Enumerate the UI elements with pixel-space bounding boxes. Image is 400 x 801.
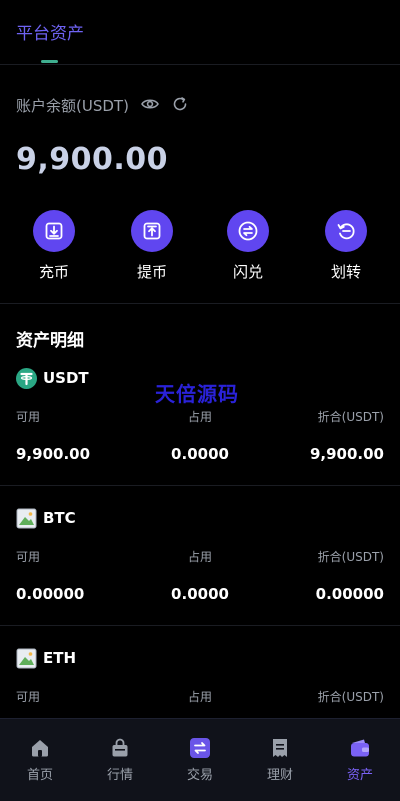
occupied-label: 占用 bbox=[187, 690, 213, 704]
market-icon bbox=[112, 738, 128, 757]
available-value: 0.00000 bbox=[16, 585, 85, 603]
broken-image-icon bbox=[16, 648, 37, 669]
occupied-label: 占用 bbox=[187, 410, 213, 424]
tab-indicator bbox=[41, 60, 58, 63]
nav-assets[interactable]: 资产 bbox=[320, 719, 400, 801]
section-title: 资产明细 bbox=[16, 331, 84, 351]
deposit-button[interactable]: 充币 bbox=[19, 210, 89, 282]
home-icon bbox=[32, 740, 48, 757]
eye-icon[interactable] bbox=[141, 96, 159, 112]
bottom-nav: 首页 行情 交易 理财 资产 bbox=[0, 718, 400, 801]
deposit-icon bbox=[45, 222, 63, 240]
transfer-label: 划转 bbox=[330, 263, 361, 281]
equivalent-label: 折合(USDT) bbox=[317, 410, 384, 424]
transfer-icon bbox=[337, 223, 355, 240]
available-value: 9,900.00 bbox=[16, 445, 91, 463]
nav-market-label: 行情 bbox=[106, 768, 133, 783]
tab-platform-assets[interactable]: 平台资产 bbox=[16, 19, 84, 44]
action-bar: 充币 提币 闪兑 划转 bbox=[0, 210, 400, 302]
equivalent-label: 折合(USDT) bbox=[317, 550, 384, 564]
equivalent-value: 9,900.00 bbox=[309, 445, 384, 463]
nav-trade[interactable]: 交易 bbox=[160, 719, 240, 801]
equivalent-label: 折合(USDT) bbox=[317, 690, 384, 704]
asset-name: ETH bbox=[43, 649, 77, 667]
refresh-icon[interactable] bbox=[172, 96, 188, 112]
usdt-coin-icon bbox=[16, 368, 37, 389]
withdraw-label: 提币 bbox=[136, 263, 167, 281]
occupied-value: 0.0000 bbox=[171, 445, 229, 463]
nav-assets-label: 资产 bbox=[346, 768, 373, 783]
available-label: 可用 bbox=[16, 690, 41, 704]
nav-home-label: 首页 bbox=[26, 768, 53, 783]
nav-finance-label: 理财 bbox=[266, 768, 293, 783]
broken-image-icon bbox=[16, 508, 37, 529]
swap-label: 闪兑 bbox=[232, 263, 263, 281]
nav-finance[interactable]: 理财 bbox=[240, 719, 320, 801]
occupied-label: 占用 bbox=[187, 550, 213, 564]
nav-trade-label: 交易 bbox=[186, 768, 213, 783]
finance-icon bbox=[273, 739, 287, 757]
divider bbox=[0, 303, 400, 304]
withdraw-button[interactable]: 提币 bbox=[117, 210, 187, 282]
divider bbox=[0, 625, 400, 626]
withdraw-icon bbox=[143, 222, 161, 240]
asset-name: USDT bbox=[43, 369, 89, 387]
nav-home[interactable]: 首页 bbox=[0, 719, 80, 801]
balance-value: 9,900.00 bbox=[16, 142, 169, 177]
available-label: 可用 bbox=[16, 550, 41, 564]
equivalent-value: 0.00000 bbox=[315, 585, 384, 603]
asset-row-usdt[interactable]: USDT 可用 占用 折合(USDT) 9,900.00 0.0000 9,90… bbox=[0, 368, 400, 508]
divider bbox=[0, 485, 400, 486]
wallet-icon bbox=[351, 739, 369, 757]
nav-market[interactable]: 行情 bbox=[80, 719, 160, 801]
asset-name: BTC bbox=[43, 509, 76, 527]
trade-icon bbox=[190, 738, 210, 758]
swap-icon bbox=[238, 221, 258, 241]
asset-row-btc[interactable]: BTC 可用 占用 折合(USDT) 0.00000 0.0000 0.0000… bbox=[0, 508, 400, 648]
occupied-value: 0.0000 bbox=[171, 585, 229, 603]
swap-button[interactable]: 闪兑 bbox=[213, 210, 283, 282]
balance-label: 账户余额(USDT) bbox=[16, 97, 129, 115]
available-label: 可用 bbox=[16, 410, 41, 424]
deposit-label: 充币 bbox=[38, 263, 69, 281]
header: 平台资产 bbox=[0, 0, 400, 65]
transfer-button[interactable]: 划转 bbox=[311, 210, 381, 282]
